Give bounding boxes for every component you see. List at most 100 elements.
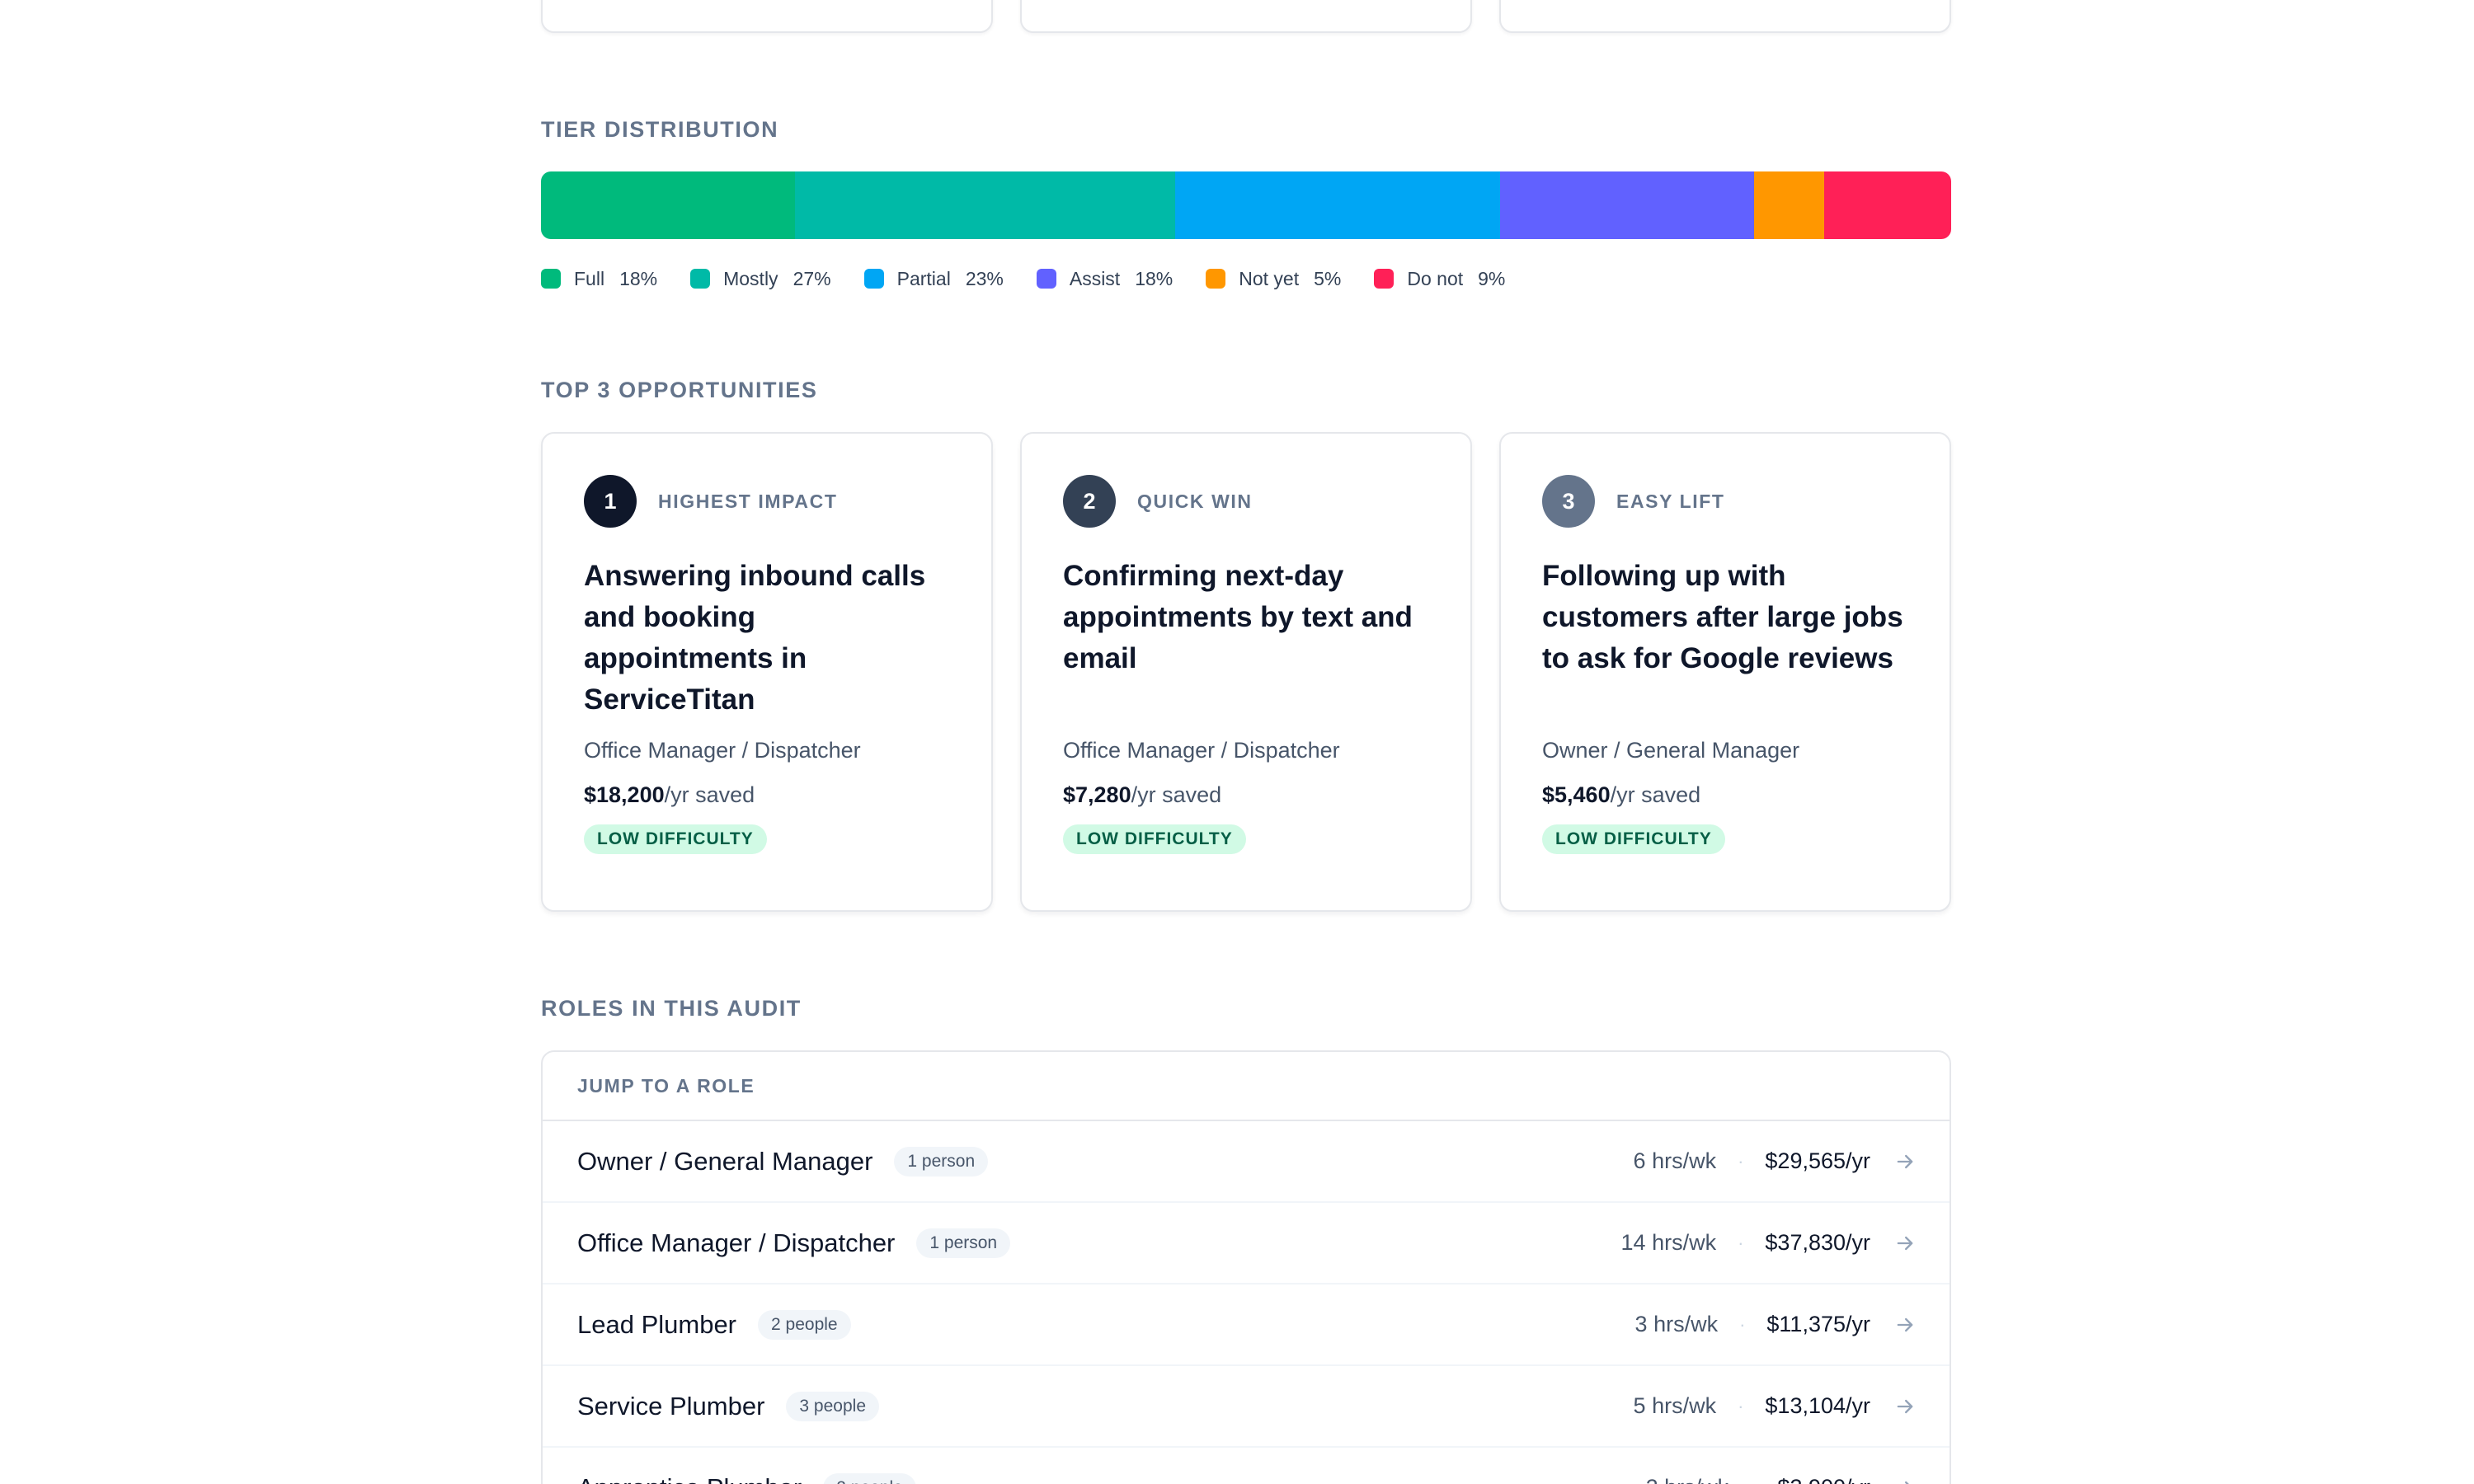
legend-swatch — [541, 269, 561, 289]
legend-label: Assist — [1069, 267, 1121, 289]
legend-swatch — [690, 269, 711, 289]
legend-percent: 27% — [793, 267, 831, 289]
role-hours: 14 hrs/wk — [1620, 1230, 1717, 1255]
roles-title: ROLES IN THIS AUDIT — [541, 996, 802, 1021]
opportunity-card-1[interactable]: 1 HIGHEST IMPACT Answering inbound calls… — [541, 432, 993, 912]
opportunity-amount: $5,460 — [1542, 782, 1611, 807]
role-name: Apprentice Plumber — [577, 1473, 802, 1484]
tier-distribution-bar — [541, 171, 1951, 239]
tier-segment-assist — [1499, 171, 1754, 239]
role-row[interactable]: Service Plumber 3 people 5 hrs/wk · $13,104/… — [543, 1366, 1950, 1448]
summary-card — [541, 0, 993, 33]
opportunity-card-3[interactable]: 3 EASY LIFT Following up with customers … — [1499, 432, 1951, 912]
legend-percent: 18% — [619, 267, 658, 289]
arrow-right-icon[interactable] — [1893, 1395, 1917, 1418]
opportunity-role: Owner / General Manager — [1542, 738, 1800, 763]
separator-dot: · — [1738, 1150, 1744, 1172]
legend-item: Full 18% — [541, 268, 657, 290]
role-hours: 6 hrs/wk — [1633, 1148, 1717, 1173]
arrow-right-icon[interactable] — [1893, 1313, 1917, 1336]
role-cost: $37,830/yr — [1765, 1230, 1870, 1255]
report-container: TIER DISTRIBUTION Full 18% Mostly 27% Partia… — [541, 0, 1951, 1484]
role-hours: 5 hrs/wk — [1633, 1393, 1717, 1418]
legend-swatch — [1206, 269, 1226, 289]
legend-item: Mostly 27% — [690, 268, 831, 290]
legend-swatch — [1036, 269, 1056, 289]
opportunity-card-2[interactable]: 2 QUICK WIN Confirming next-day appointm… — [1020, 432, 1472, 912]
legend-label: Full — [574, 267, 605, 289]
legend-percent: 9% — [1478, 267, 1506, 289]
opportunity-savings: $7,280/yr saved — [1063, 780, 1429, 810]
tier-legend: Full 18% Mostly 27% Partial 23% Assist 18% Not y… — [541, 265, 1538, 292]
role-name: Service Plumber — [577, 1391, 765, 1421]
role-headcount-pill: 1 person — [916, 1228, 1011, 1258]
legend-item: Do not 9% — [1374, 268, 1505, 290]
opportunity-kicker: EASY LIFT — [1616, 490, 1725, 512]
roles-list-header: JUMP TO A ROLE — [543, 1052, 1950, 1121]
legend-item: Partial 23% — [863, 267, 1004, 290]
legend-label: Do not — [1407, 267, 1464, 289]
separator-dot: · — [1738, 1395, 1744, 1416]
separator-dot: · — [1738, 1232, 1744, 1253]
role-name: Owner / General Manager — [577, 1146, 873, 1176]
opportunity-title: Following up with customers after large … — [1542, 560, 1903, 674]
legend-swatch — [1374, 269, 1395, 289]
summary-card — [1020, 0, 1472, 33]
role-headcount-pill: 2 people — [758, 1309, 851, 1340]
summary-cards-partial — [541, 0, 1951, 33]
role-cost: $3,900/yr — [1777, 1475, 1870, 1484]
opportunity-rank-badge: 2 — [1063, 475, 1116, 528]
arrow-right-icon[interactable] — [1893, 1150, 1917, 1173]
arrow-right-icon[interactable] — [1893, 1232, 1917, 1255]
role-row[interactable]: Apprentice Plumber 2 people 2 hrs/wk · $3,90… — [543, 1448, 1950, 1484]
opportunity-amount: $7,280 — [1063, 782, 1131, 807]
role-row[interactable]: Owner / General Manager 1 person 6 hrs/wk ·… — [543, 1121, 1950, 1203]
role-headcount-pill: 3 people — [786, 1391, 879, 1421]
legend-item: Assist 18% — [1036, 267, 1174, 290]
legend-label: Partial — [896, 267, 951, 289]
legend-label: Not yet — [1239, 267, 1300, 289]
opportunity-amount-suffix: /yr saved — [1610, 782, 1701, 807]
opportunity-title: Confirming next-day appointments by text… — [1063, 560, 1413, 674]
difficulty-badge: LOW DIFFICULTY — [1063, 824, 1246, 854]
legend-percent: 23% — [965, 267, 1004, 289]
arrow-right-icon[interactable] — [1893, 1477, 1917, 1484]
role-row[interactable]: Office Manager / Dispatcher 1 person 14 hr… — [543, 1203, 1950, 1284]
opportunity-rank-badge: 1 — [584, 475, 637, 528]
role-name: Office Manager / Dispatcher — [577, 1228, 896, 1257]
opportunity-amount-suffix: /yr saved — [664, 782, 755, 807]
top-opportunities-title: TOP 3 OPPORTUNITIES — [541, 378, 818, 402]
separator-dot: · — [1750, 1477, 1756, 1484]
tier-segment-full — [541, 171, 795, 239]
tier-segment-do-not — [1824, 171, 1951, 239]
legend-percent: 18% — [1135, 267, 1174, 289]
tier-segment-partial — [1175, 171, 1500, 239]
role-cost: $29,565/yr — [1765, 1148, 1870, 1173]
tier-segment-mostly — [794, 171, 1176, 239]
legend-swatch — [863, 269, 884, 289]
opportunity-savings: $5,460/yr saved — [1542, 780, 1908, 810]
opportunity-kicker: HIGHEST IMPACT — [658, 490, 838, 512]
tier-distribution-title: TIER DISTRIBUTION — [541, 117, 779, 142]
tier-segment-not-yet — [1753, 171, 1825, 239]
role-hours: 2 hrs/wk — [1646, 1475, 1729, 1484]
difficulty-badge: LOW DIFFICULTY — [584, 824, 767, 854]
role-headcount-pill: 2 people — [823, 1472, 916, 1484]
opportunity-title: Answering inbound calls and booking appo… — [584, 560, 926, 716]
opportunity-kicker: QUICK WIN — [1137, 490, 1253, 512]
legend-item: Not yet 5% — [1206, 268, 1341, 290]
opportunity-savings: $18,200/yr saved — [584, 780, 950, 810]
opportunity-role: Office Manager / Dispatcher — [1063, 738, 1340, 763]
difficulty-badge: LOW DIFFICULTY — [1542, 824, 1725, 854]
role-cost: $11,375/yr — [1766, 1312, 1870, 1336]
role-row[interactable]: Lead Plumber 2 people 3 hrs/wk · $11,375/yr — [543, 1284, 1950, 1366]
legend-percent: 5% — [1314, 267, 1342, 289]
role-hours: 3 hrs/wk — [1634, 1312, 1719, 1336]
separator-dot: · — [1739, 1313, 1746, 1335]
opportunity-role: Office Manager / Dispatcher — [584, 738, 861, 763]
legend-label: Mostly — [723, 267, 778, 289]
opportunity-cards: 1 HIGHEST IMPACT Answering inbound calls… — [541, 432, 1951, 912]
role-name: Lead Plumber — [577, 1309, 737, 1339]
summary-card — [1499, 0, 1951, 33]
roles-list: JUMP TO A ROLE Owner / General Manager 1 … — [541, 1050, 1951, 1484]
